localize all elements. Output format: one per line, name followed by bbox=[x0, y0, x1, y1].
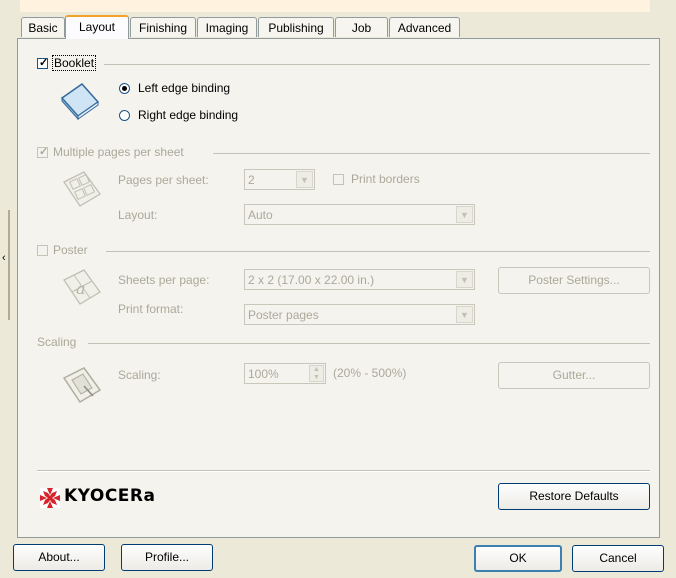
print-borders-checkbox[interactable] bbox=[333, 174, 344, 185]
sheets-per-page-label: Sheets per page: bbox=[118, 273, 210, 287]
tab-layout[interactable]: Layout bbox=[65, 15, 129, 39]
scaling-input[interactable]: 100% ▲ ▼ bbox=[244, 363, 326, 384]
right-edge-binding-radio[interactable] bbox=[119, 110, 130, 121]
multiple-pages-label: Multiple pages per sheet bbox=[53, 145, 184, 159]
layout-label: Layout: bbox=[118, 208, 158, 222]
spin-up-icon[interactable]: ▲ bbox=[310, 366, 323, 374]
top-strip bbox=[0, 0, 676, 12]
tab-imaging[interactable]: Imaging bbox=[197, 17, 257, 37]
chevron-down-icon[interactable]: ▼ bbox=[296, 171, 313, 188]
top-strip-highlight bbox=[20, 0, 650, 12]
print-borders-label: Print borders bbox=[351, 172, 420, 186]
tab-advanced[interactable]: Advanced bbox=[389, 17, 460, 37]
tab-job[interactable]: Job bbox=[335, 17, 388, 37]
poster-icon: a bbox=[63, 269, 101, 305]
booklet-label[interactable]: Booklet bbox=[51, 55, 97, 71]
print-format-value: Poster pages bbox=[248, 308, 319, 322]
profile-button[interactable]: Profile... bbox=[121, 544, 213, 571]
pages-per-sheet-value: 2 bbox=[248, 173, 255, 187]
left-edge-binding-label[interactable]: Left edge binding bbox=[138, 81, 230, 95]
chevron-down-icon[interactable]: ▼ bbox=[456, 271, 473, 288]
ok-button[interactable]: OK bbox=[474, 545, 562, 572]
chevron-down-icon[interactable]: ▼ bbox=[456, 206, 473, 223]
pages-per-sheet-select[interactable]: 2 ▼ bbox=[244, 169, 315, 190]
scaling-range-text: (20% - 500%) bbox=[333, 366, 407, 380]
tab-publishing[interactable]: Publishing bbox=[258, 17, 334, 37]
scaling-group-line bbox=[88, 343, 650, 344]
pages-per-sheet-label: Pages per sheet: bbox=[118, 173, 209, 187]
booklet-group-line bbox=[104, 64, 650, 65]
scaling-group-label: Scaling bbox=[37, 335, 77, 349]
bottom-separator-highlight bbox=[37, 471, 650, 472]
multiple-pages-icon bbox=[63, 171, 101, 207]
scaling-icon bbox=[62, 367, 102, 404]
kyocera-logo-text: KYOCERa bbox=[64, 486, 156, 506]
print-format-select[interactable]: Poster pages ▼ bbox=[244, 304, 475, 325]
svg-text:a: a bbox=[76, 279, 86, 298]
kyocera-logo-icon bbox=[40, 488, 60, 508]
gutter-button[interactable]: Gutter... bbox=[498, 362, 650, 389]
poster-settings-button[interactable]: Poster Settings... bbox=[498, 267, 650, 294]
restore-defaults-button[interactable]: Restore Defaults bbox=[498, 483, 650, 510]
poster-checkbox[interactable] bbox=[37, 245, 48, 256]
scaling-spinner[interactable]: ▲ ▼ bbox=[309, 365, 324, 382]
left-edge-binding-radio[interactable] bbox=[119, 83, 130, 94]
right-edge-binding-label[interactable]: Right edge binding bbox=[138, 108, 238, 122]
about-button[interactable]: About... bbox=[13, 544, 105, 571]
multiple-pages-group-line bbox=[213, 153, 650, 154]
booklet-checkbox[interactable]: ✓ bbox=[37, 57, 48, 69]
print-format-label: Print format: bbox=[118, 302, 184, 316]
cancel-button[interactable]: Cancel bbox=[572, 545, 664, 572]
layout-value: Auto bbox=[248, 208, 273, 222]
scaling-value: 100% bbox=[248, 367, 279, 381]
tab-basic[interactable]: Basic bbox=[21, 17, 65, 37]
collapse-arrow-icon[interactable]: ‹ bbox=[2, 252, 6, 264]
multiple-pages-checkbox[interactable]: ✓ bbox=[37, 146, 48, 158]
spin-down-icon[interactable]: ▼ bbox=[310, 374, 323, 382]
left-splitter[interactable]: ‹ bbox=[0, 200, 10, 320]
scaling-label: Scaling: bbox=[118, 368, 161, 382]
booklet-icon bbox=[60, 83, 100, 120]
layout-select[interactable]: Auto ▼ bbox=[244, 204, 475, 225]
splitter-bar bbox=[8, 210, 10, 320]
poster-label: Poster bbox=[53, 243, 88, 257]
chevron-down-icon[interactable]: ▼ bbox=[456, 306, 473, 323]
poster-group-line bbox=[106, 251, 650, 252]
sheets-per-page-select[interactable]: 2 x 2 (17.00 x 22.00 in.) ▼ bbox=[244, 269, 475, 290]
sheets-per-page-value: 2 x 2 (17.00 x 22.00 in.) bbox=[248, 273, 375, 287]
tab-finishing[interactable]: Finishing bbox=[130, 17, 196, 37]
